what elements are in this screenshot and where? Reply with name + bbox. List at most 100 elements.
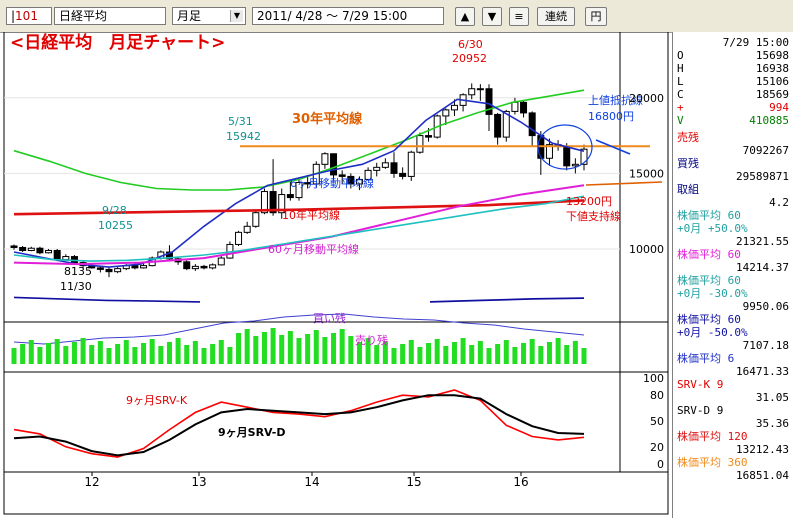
annotation-label: 30年平均線 [292, 111, 363, 127]
annotation-label: 下値支持線 [566, 209, 621, 223]
x-tick-label: 12 [84, 475, 99, 489]
volume-bar [210, 344, 216, 364]
period-value: 月足 [177, 9, 202, 23]
sub-tick-label: 80 [650, 389, 664, 402]
panel-ohlc-value: 18569 [755, 88, 789, 101]
candle-body [373, 166, 381, 171]
volume-bar [339, 329, 345, 364]
candle-body [53, 250, 61, 261]
volume-bar [287, 331, 293, 364]
candle-body [19, 246, 27, 252]
panel-row-value: 31.05 [755, 391, 789, 404]
annotation-label: 売り残 [355, 333, 388, 347]
panel-header: 7/29 15:00 [722, 36, 789, 49]
volume-bar [115, 344, 121, 364]
period-select[interactable]: 月足 ▼ [172, 7, 246, 25]
candle-body [62, 256, 70, 261]
candle-body [286, 194, 294, 199]
up-button[interactable]: ▲ [455, 7, 475, 26]
code-field[interactable]: |101 [6, 7, 52, 25]
panel-ohlc-value: 15698 [755, 49, 789, 62]
candle-body [27, 247, 35, 252]
volume-bar [20, 344, 26, 364]
volume-bar [11, 348, 17, 364]
panel-row-label: +0月 -30.0% [677, 287, 748, 300]
annotation-label: 9/28 [102, 204, 127, 217]
volume-bar [270, 328, 276, 364]
x-tick-label: 14 [304, 475, 319, 489]
candle-body [209, 264, 217, 269]
panel-row-label: 取組 [677, 183, 699, 196]
candle-body [191, 265, 199, 270]
panel-row-label: 売残 [677, 131, 699, 144]
candle-body [563, 145, 571, 167]
volume-bar [201, 348, 207, 364]
name-field[interactable]: 日経平均 [54, 7, 166, 25]
panel-row-label: SRV-K 9 [677, 378, 724, 391]
volume-bar [218, 340, 224, 364]
volume-bar [572, 341, 578, 364]
candle-body [36, 247, 44, 254]
candle-body [243, 225, 251, 233]
volume-bar [391, 348, 397, 364]
chart-frame [3, 32, 669, 515]
volume-bar [512, 347, 518, 364]
volume-bar [546, 342, 552, 364]
volume-bar [28, 340, 34, 364]
candle-body [140, 265, 148, 269]
panel-row-value: 21321.55 [736, 235, 789, 248]
volume-bar [581, 348, 587, 364]
y-tick-label: 10000 [629, 243, 664, 256]
x-tick-label: 13 [191, 475, 206, 489]
toolbar: |101 日経平均 月足 ▼ 2011/ 4/28 ～ 7/29 15:00 ▲… [0, 0, 793, 33]
candle-body [425, 135, 433, 138]
volume-bar [521, 343, 527, 364]
panel-row-value: 7107.18 [742, 339, 789, 352]
volume-bar [529, 339, 535, 364]
candle-body [399, 172, 407, 177]
candle-body [571, 163, 579, 167]
annotation-label: 10年平均線 [282, 208, 340, 222]
down-button[interactable]: ▼ [482, 7, 502, 26]
candle-body [442, 109, 450, 117]
code-value: 101 [15, 9, 38, 23]
annotation-label: 9ヶ月SRV-K [126, 394, 188, 407]
sub-tick-label: 0 [657, 458, 664, 471]
y-tick-label: 15000 [629, 167, 664, 180]
volume-bar [331, 333, 337, 364]
sub-tick-label: 100 [643, 372, 664, 385]
volume-bar [296, 338, 302, 364]
annotation-label: 6ヶ月移動平均線 [290, 176, 374, 190]
panel-row-label: 株価平均 60 [677, 313, 741, 326]
y-tick-label: 20000 [629, 92, 664, 105]
sub-tick-label: 50 [650, 415, 664, 428]
panel-row-value: 7092267 [742, 144, 789, 157]
range-field[interactable]: 2011/ 4/28 ～ 7/29 15:00 [252, 7, 444, 25]
volume-bar [538, 346, 544, 364]
candle-body [96, 267, 104, 270]
candle-body [114, 268, 122, 273]
annotation-label: 11/30 [60, 280, 92, 293]
annotation-label: 8135 [64, 265, 92, 278]
volume-bar [460, 338, 466, 364]
panel-row-value: 16851.04 [736, 469, 789, 482]
annotation-label: 60ヶ月移動平均線 [268, 242, 359, 256]
panel-ohlc-value: 410885 [749, 114, 789, 127]
annotation-label: <日経平均 月足チャート> [10, 32, 225, 53]
candle-body [131, 265, 139, 269]
panel-row-label: +0月 +50.0% [677, 222, 748, 235]
volume-bar [486, 348, 492, 364]
volume-bar [451, 342, 457, 364]
candle-body [252, 212, 260, 227]
panel-row-value: 13212.43 [736, 443, 789, 456]
candle-body [105, 268, 113, 273]
menu-button[interactable]: ≡ [509, 7, 529, 26]
yen-button[interactable]: 円 [585, 7, 607, 26]
candle-body [70, 256, 78, 264]
volume-bar [469, 345, 475, 364]
volume-bar [132, 347, 138, 364]
continuous-button[interactable]: 連続 [537, 7, 575, 26]
candle-body [321, 153, 329, 165]
volume-bar [555, 338, 561, 364]
panel-row-label: 買残 [677, 157, 699, 170]
